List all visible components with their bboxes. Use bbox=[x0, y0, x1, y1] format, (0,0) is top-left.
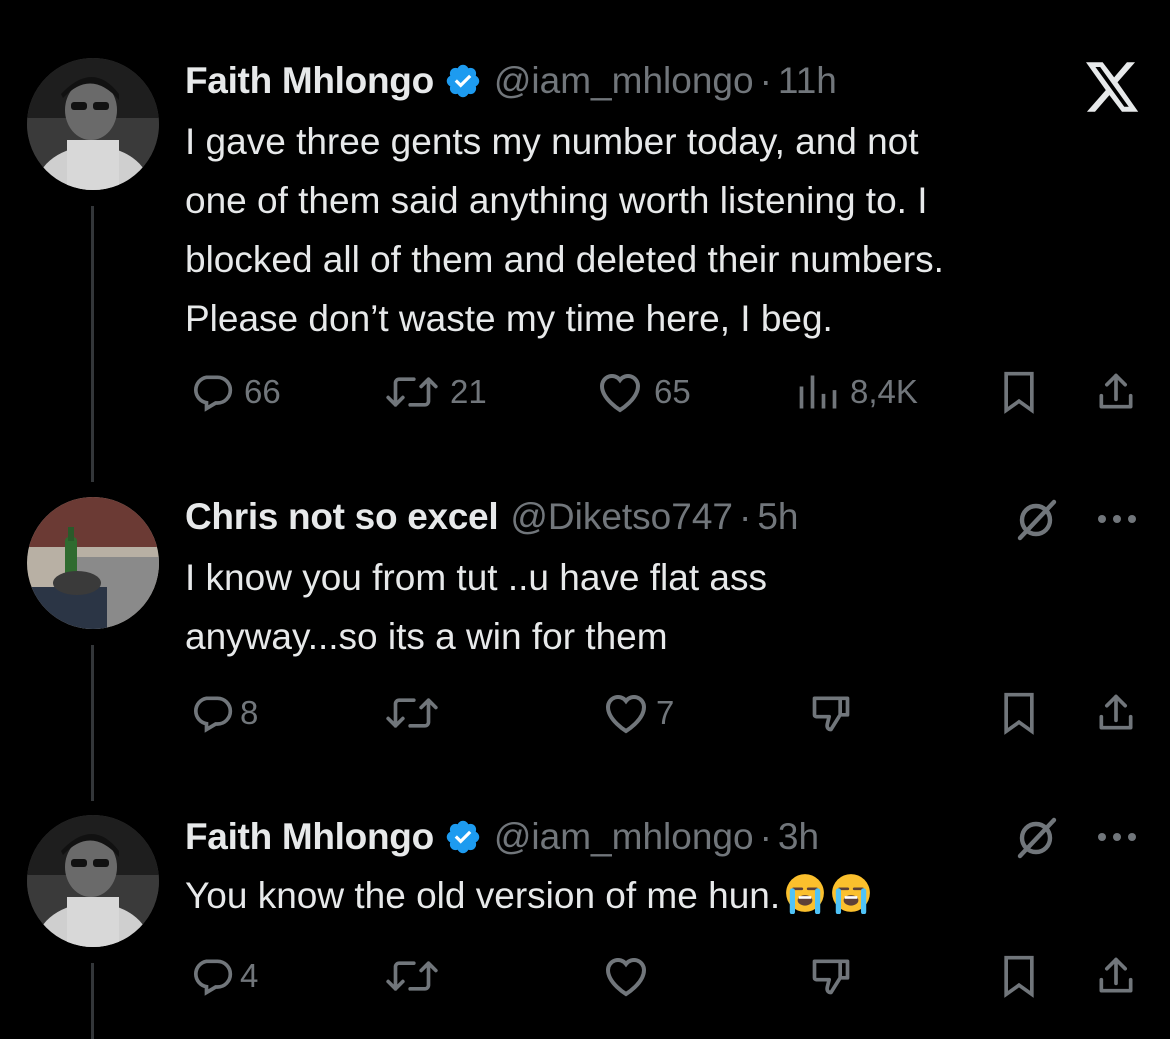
grok-icon[interactable] bbox=[1012, 814, 1060, 867]
timestamp[interactable]: 11h bbox=[778, 60, 837, 102]
share-icon bbox=[1099, 957, 1133, 993]
repost-icon bbox=[386, 698, 438, 728]
thread-line bbox=[91, 206, 94, 482]
dislike-button[interactable] bbox=[808, 954, 854, 998]
downvote-icon bbox=[812, 696, 850, 732]
like-button[interactable]: 65 bbox=[596, 370, 691, 414]
timestamp[interactable]: 3h bbox=[778, 816, 819, 858]
text-line: blocked all of them and deleted their nu… bbox=[185, 239, 944, 280]
loudly-crying-face-emoji bbox=[830, 872, 872, 915]
text-line: I know you from tut ..u have flat ass bbox=[185, 557, 767, 598]
reply-count: 4 bbox=[240, 957, 259, 994]
text-content: You know the old version of me hun. bbox=[185, 875, 781, 916]
share-button[interactable] bbox=[1094, 691, 1138, 735]
reply-button[interactable]: 8 bbox=[190, 691, 258, 735]
views-button[interactable]: 8,4K bbox=[796, 370, 918, 414]
share-icon bbox=[1099, 373, 1133, 409]
tweet-header: Faith Mhlongo @iam_mhlongo · 11h bbox=[185, 58, 837, 104]
like-button[interactable] bbox=[602, 954, 650, 998]
text-line: one of them said anything worth listenin… bbox=[185, 180, 928, 221]
tweet-text: I know you from tut ..u have flat ass an… bbox=[185, 548, 1135, 666]
author-handle[interactable]: @iam_mhlongo bbox=[494, 60, 754, 102]
text-line: anyway...so its a win for them bbox=[185, 616, 668, 657]
reply-icon bbox=[194, 696, 233, 733]
share-button[interactable] bbox=[1094, 370, 1138, 414]
like-count: 7 bbox=[656, 694, 675, 731]
grok-icon[interactable] bbox=[1012, 496, 1060, 549]
downvote-icon bbox=[812, 959, 850, 995]
tweet-header: Chris not so excel @Diketso747 · 5h bbox=[185, 494, 798, 540]
views-count: 8,4K bbox=[850, 373, 918, 410]
author-handle[interactable]: @iam_mhlongo bbox=[494, 816, 754, 858]
author-name[interactable]: Chris not so excel bbox=[185, 496, 499, 538]
tweet-text: I gave three gents my number today, and … bbox=[185, 112, 1135, 348]
repost-button[interactable] bbox=[384, 954, 440, 998]
author-name[interactable]: Faith Mhlongo bbox=[185, 816, 434, 858]
bookmark-button[interactable] bbox=[998, 370, 1040, 414]
heart-icon bbox=[599, 374, 641, 413]
bookmark-icon bbox=[1004, 692, 1034, 735]
heart-icon bbox=[605, 695, 647, 734]
tweet-header: Faith Mhlongo @iam_mhlongo · 3h bbox=[185, 814, 819, 860]
repost-icon bbox=[386, 377, 438, 407]
loudly-crying-face-emoji bbox=[784, 872, 826, 915]
reply-icon bbox=[194, 959, 233, 996]
avatar[interactable] bbox=[27, 815, 159, 947]
verified-badge-icon bbox=[444, 818, 482, 856]
bookmark-button[interactable] bbox=[998, 691, 1040, 735]
views-icon bbox=[799, 375, 837, 409]
heart-icon bbox=[605, 958, 647, 997]
more-options-icon[interactable] bbox=[1096, 830, 1138, 848]
reply-button[interactable]: 4 bbox=[190, 954, 258, 998]
repost-button[interactable]: 21 bbox=[384, 370, 487, 414]
like-button[interactable]: 7 bbox=[602, 691, 674, 735]
dislike-button[interactable] bbox=[808, 691, 854, 735]
avatar[interactable] bbox=[27, 58, 159, 190]
avatar[interactable] bbox=[27, 497, 159, 629]
separator-dot: · bbox=[759, 60, 772, 101]
separator-dot: · bbox=[738, 496, 752, 537]
share-icon bbox=[1099, 694, 1133, 730]
like-count: 65 bbox=[654, 373, 691, 410]
bookmark-icon bbox=[1004, 371, 1034, 414]
reply-button[interactable]: 66 bbox=[190, 370, 281, 414]
text-line: I gave three gents my number today, and … bbox=[185, 121, 919, 162]
bookmark-button[interactable] bbox=[998, 954, 1040, 998]
text-line: You know the old version of me hun. bbox=[185, 866, 1135, 925]
tweet-text: You know the old version of me hun. bbox=[185, 866, 1135, 925]
separator-dot: · bbox=[759, 816, 772, 857]
x-logo-icon[interactable] bbox=[1086, 62, 1140, 117]
repost-count: 21 bbox=[450, 373, 487, 410]
more-options-icon[interactable] bbox=[1096, 512, 1138, 530]
thread-line bbox=[91, 645, 94, 801]
reply-icon bbox=[194, 375, 233, 412]
text-line: Please don’t waste my time here, I beg. bbox=[185, 298, 833, 339]
repost-button[interactable] bbox=[384, 691, 440, 735]
author-handle[interactable]: @Diketso747 bbox=[510, 496, 733, 538]
share-button[interactable] bbox=[1094, 954, 1138, 998]
verified-badge-icon bbox=[444, 62, 482, 100]
repost-icon bbox=[386, 961, 438, 991]
reply-count: 66 bbox=[244, 373, 281, 410]
thread-line bbox=[91, 963, 94, 1039]
reply-count: 8 bbox=[240, 694, 259, 731]
author-name[interactable]: Faith Mhlongo bbox=[185, 60, 434, 102]
timestamp[interactable]: 5h bbox=[757, 496, 798, 538]
bookmark-icon bbox=[1004, 955, 1034, 998]
